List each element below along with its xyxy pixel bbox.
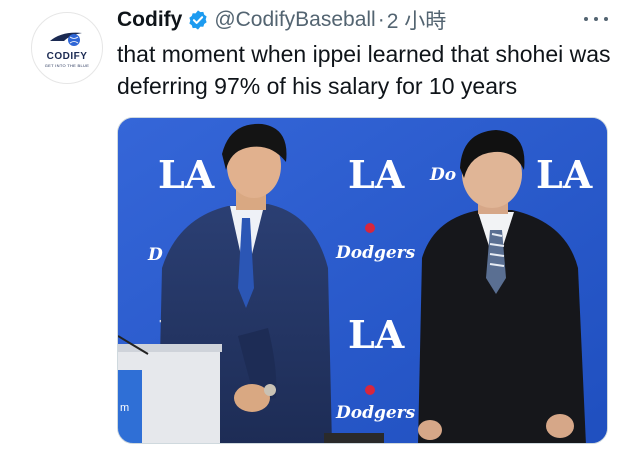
avatar-brand: CODIFY	[46, 50, 88, 62]
more-options-button[interactable]	[584, 10, 608, 28]
verified-badge-icon	[189, 10, 207, 30]
author-name[interactable]: Codify	[117, 8, 182, 32]
backdrop-wordmark: D	[147, 245, 163, 265]
tweet-timestamp[interactable]: 2 小時	[387, 5, 447, 35]
header-separator: ·	[377, 8, 385, 31]
podium-text: m	[120, 402, 129, 414]
codify-logo-icon	[50, 32, 82, 46]
backdrop-wordmark: Dodgers	[335, 403, 416, 423]
tweet-header: Codify @CodifyBaseball · 2 小時	[117, 6, 446, 34]
backdrop-logo: LA	[536, 152, 593, 197]
backdrop-logo: LA	[158, 152, 215, 197]
backdrop-logo: LA	[348, 312, 405, 357]
tweet-media-image[interactable]: LA LA LA LA LA Dodgers Dodgers Do D	[117, 117, 608, 444]
more-dot	[594, 17, 598, 21]
author-handle[interactable]: @CodifyBaseball	[214, 8, 375, 32]
more-dot	[604, 17, 608, 21]
backdrop-wordmark: Dodgers	[335, 243, 416, 263]
more-dot	[584, 17, 588, 21]
podium: m	[118, 335, 222, 443]
press-conference-photo: LA LA LA LA LA Dodgers Dodgers Do D	[118, 118, 607, 443]
tweet-text: that moment when ippei learned that shoh…	[117, 41, 611, 99]
backdrop-wordmark: Do	[429, 165, 456, 185]
backdrop-logo: LA	[348, 152, 405, 197]
avatar-tagline: GET INTO THE BLUE	[44, 62, 90, 68]
avatar[interactable]: CODIFY GET INTO THE BLUE	[31, 12, 103, 84]
